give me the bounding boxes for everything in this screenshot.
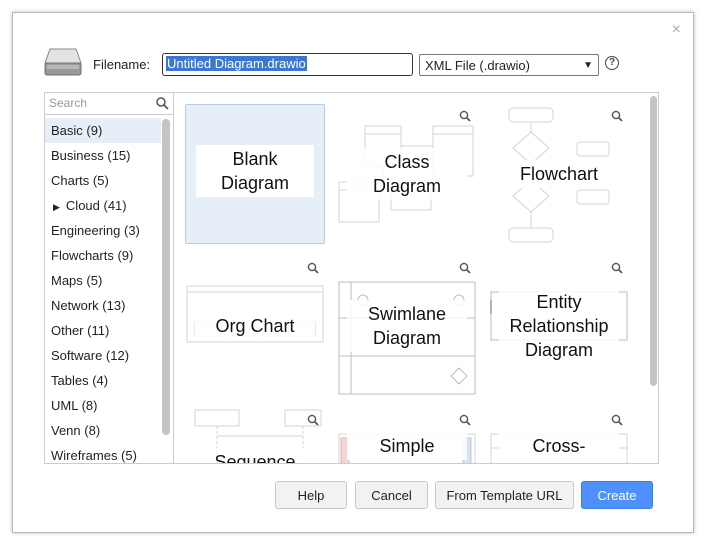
template-label-line: Class [384,152,430,172]
zoom-icon[interactable] [459,262,471,274]
format-selected-value: XML File (.drawio) [425,57,530,73]
template-simple[interactable]: Simple [337,408,477,463]
template-scrollbar[interactable] [650,96,657,386]
template-label: Class Diagram [347,148,467,200]
category-charts[interactable]: Charts (5) [45,168,161,193]
template-label-line: Flowchart [519,164,599,184]
category-label: Wireframes (5) [51,448,137,463]
triangle-right-icon[interactable]: ▶ [53,202,60,212]
format-select[interactable]: XML File (.drawio) ▼ [419,54,599,76]
template-entity-relationship-diagram[interactable]: Entity Relationship Diagram [489,256,629,396]
category-business[interactable]: Business (15) [45,143,161,168]
template-label: Org Chart [195,312,315,340]
template-label-line: Sequence [214,452,296,464]
category-label: Engineering (3) [51,223,140,238]
category-software[interactable]: Software (12) [45,343,161,368]
template-label-line: Simple [379,436,435,456]
category-other[interactable]: Other (11) [45,318,161,343]
category-label: UML (8) [51,398,98,413]
template-label-line: Diagram [220,173,290,193]
category-maps[interactable]: Maps (5) [45,268,161,293]
filename-value: Untitled Diagram.drawio [166,56,307,71]
template-label: Flowchart [499,160,619,188]
template-flowchart[interactable]: Flowchart [489,104,629,244]
category-list: Basic (9) Business (15) Charts (5) ▶ Clou… [45,118,161,463]
from-template-url-button[interactable]: From Template URL [435,481,574,509]
template-label: Entity Relationship Diagram [499,288,619,364]
zoom-icon[interactable] [611,262,623,274]
category-flowcharts[interactable]: Flowcharts (9) [45,243,161,268]
help-icon[interactable]: ? [605,56,619,70]
template-label: Sequence [195,448,315,464]
template-label-line: Swimlane [367,304,447,324]
category-pane: Search Basic (9) Business (15) Charts (5… [44,92,173,464]
category-label: Maps (5) [51,273,103,288]
template-label-line: Diagram [372,328,442,348]
category-basic[interactable]: Basic (9) [45,118,161,143]
search-input[interactable]: Search [45,93,173,115]
template-pane: Blank Diagram Class Diagram Flowchart Or… [173,92,659,464]
category-label: Tables (4) [51,373,109,388]
category-label: Flowcharts (9) [51,248,134,263]
drive-icon [44,48,82,76]
zoom-icon[interactable] [459,414,471,426]
search-icon[interactable] [156,97,169,110]
category-label: Charts (5) [51,173,109,188]
category-scrollbar[interactable] [162,119,170,435]
template-label: Cross- [499,432,619,460]
category-label: Basic (9) [51,123,103,138]
template-label-line: Diagram [524,340,594,360]
zoom-icon[interactable] [611,414,623,426]
template-org-chart[interactable]: Org Chart [185,256,325,396]
template-blank-diagram[interactable]: Blank Diagram [185,104,325,244]
template-swimlane-diagram[interactable]: Swimlane Diagram [337,256,477,396]
new-diagram-dialog: × Filename: Untitled Diagram.drawio XML … [12,12,694,533]
template-class-diagram[interactable]: Class Diagram [337,104,477,244]
category-uml[interactable]: UML (8) [45,393,161,418]
category-wireframes[interactable]: Wireframes (5) [45,443,161,463]
category-venn[interactable]: Venn (8) [45,418,161,443]
category-label: Other (11) [51,323,110,338]
template-cross-functional[interactable]: Cross- [489,408,629,463]
template-label-line: Cross- [532,436,586,456]
category-tables[interactable]: Tables (4) [45,368,161,393]
template-sequence[interactable]: Sequence [185,408,325,464]
zoom-icon[interactable] [307,414,319,426]
help-button[interactable]: Help [275,481,347,509]
template-label-line: Entity [536,292,582,312]
zoom-icon[interactable] [459,110,471,122]
category-engineering[interactable]: Engineering (3) [45,218,161,243]
template-label: Swimlane Diagram [347,300,467,352]
template-label: Simple [347,432,467,460]
chevron-down-icon: ▼ [583,59,593,71]
zoom-icon[interactable] [307,262,319,274]
category-label: Network (13) [51,298,126,313]
filename-input[interactable]: Untitled Diagram.drawio [162,53,413,76]
category-cloud[interactable]: ▶ Cloud (41) [45,193,161,218]
category-label: Business (15) [51,148,131,163]
category-label: Software (12) [51,348,130,363]
category-label: Venn (8) [51,423,101,438]
template-label-line: Blank [232,149,278,169]
template-label-line: Relationship [509,316,609,336]
template-label: Blank Diagram [196,145,314,197]
template-label-line: Org Chart [215,316,295,336]
category-network[interactable]: Network (13) [45,293,161,318]
filename-label: Filename: [93,57,151,72]
close-icon[interactable]: × [672,22,681,38]
category-label: Cloud (41) [65,198,127,213]
template-label-line: Diagram [372,176,442,196]
search-placeholder: Search [49,96,88,110]
zoom-icon[interactable] [611,110,623,122]
cancel-button[interactable]: Cancel [355,481,428,509]
create-button[interactable]: Create [581,481,653,509]
